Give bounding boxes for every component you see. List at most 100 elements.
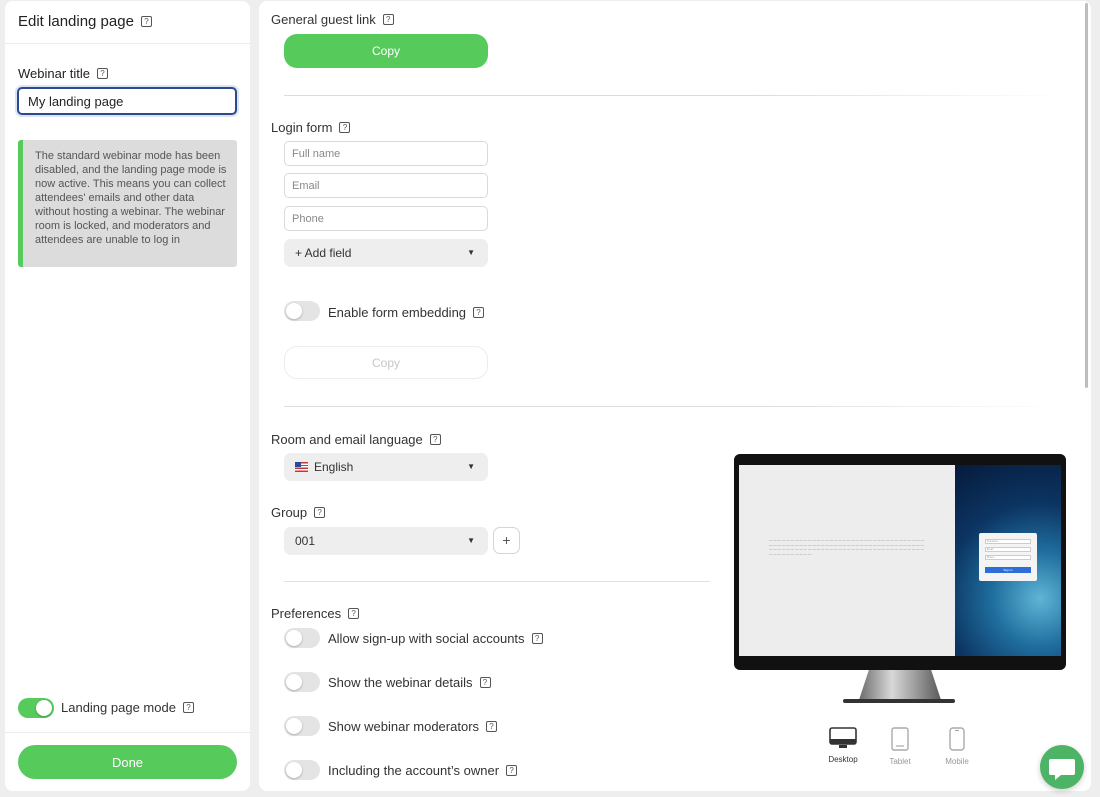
account-owner-label: Including the account’s owner? <box>328 763 518 778</box>
help-icon[interactable]: ? <box>348 608 360 620</box>
desktop-device-button[interactable]: Desktop <box>821 727 865 764</box>
us-flag-icon <box>295 461 308 472</box>
help-icon[interactable]: ? <box>486 721 498 733</box>
chat-icon <box>1049 759 1075 780</box>
chat-button[interactable] <box>1040 745 1084 789</box>
group-select[interactable]: 001 ▼ <box>284 527 488 555</box>
divider <box>284 581 710 582</box>
help-icon[interactable]: ? <box>479 677 491 689</box>
login-form-label-text: Login form <box>271 120 333 135</box>
webinar-moderators-toggle[interactable] <box>284 716 320 736</box>
group-label: Group? <box>271 505 326 520</box>
desktop-label: Desktop <box>828 755 858 764</box>
form-embedding-label: Enable form embedding? <box>328 305 485 320</box>
webinar-title-input[interactable] <box>17 87 237 115</box>
preferences-label-text: Preferences <box>271 606 342 621</box>
settings-panel: General guest link? Copy Login form? + A… <box>259 1 1091 791</box>
preview-field: Full name <box>985 539 1031 544</box>
desktop-icon <box>829 727 857 748</box>
email-field[interactable] <box>284 173 488 198</box>
caret-down-icon: ▼ <box>467 536 475 545</box>
tablet-icon <box>891 727 909 751</box>
divider <box>284 406 1064 407</box>
form-embedding-toggle[interactable] <box>284 301 320 321</box>
mobile-label: Mobile <box>945 757 969 766</box>
scrollbar[interactable] <box>1085 3 1088 388</box>
landing-mode-label-text: Landing page mode <box>61 700 176 715</box>
help-icon[interactable]: ? <box>473 307 485 319</box>
preview-screen: — — — — — — — — — — — — — — — — — — — — … <box>739 465 1061 656</box>
tablet-device-button[interactable]: Tablet <box>878 727 922 766</box>
desktop-preview-monitor: — — — — — — — — — — — — — — — — — — — — … <box>734 454 1066 670</box>
divider <box>5 43 250 44</box>
webinar-moderators-label: Show webinar moderators? <box>328 719 498 734</box>
add-group-button[interactable]: + <box>493 527 520 554</box>
help-icon[interactable]: ? <box>382 14 394 26</box>
social-signup-toggle[interactable] <box>284 628 320 648</box>
landing-mode-label: Landing page mode? <box>61 700 194 715</box>
sidebar-panel: Edit landing page? Webinar title? The st… <box>5 1 250 791</box>
toggle-knob <box>36 700 52 716</box>
add-field-dropdown[interactable]: + Add field ▼ <box>284 239 488 267</box>
toggle-knob <box>286 303 302 319</box>
landing-mode-notice: The standard webinar mode has been disab… <box>18 140 237 267</box>
form-embedding-label-text: Enable form embedding <box>328 305 467 320</box>
help-icon[interactable]: ? <box>182 702 194 714</box>
add-field-label: + Add field <box>295 246 352 260</box>
login-form-label: Login form? <box>271 120 351 135</box>
help-icon[interactable]: ? <box>506 765 518 777</box>
language-select[interactable]: English ▼ <box>284 453 488 481</box>
social-signup-label: Allow sign-up with social accounts? <box>328 631 543 646</box>
preview-field: Phone <box>985 555 1031 560</box>
webinar-details-label-text: Show the webinar details <box>328 675 473 690</box>
divider <box>284 95 1064 96</box>
webinar-title-label-text: Webinar title <box>18 66 91 81</box>
preview-signin-button: Sign in <box>985 567 1031 573</box>
toggle-knob <box>286 674 302 690</box>
caret-down-icon: ▼ <box>467 248 475 257</box>
tablet-label: Tablet <box>889 757 911 766</box>
copy-embed-code-button[interactable]: Copy <box>284 346 488 379</box>
page-title-text: Edit landing page <box>18 13 134 30</box>
mobile-icon <box>949 727 965 751</box>
webinar-details-toggle[interactable] <box>284 672 320 692</box>
language-label-text: Room and email language <box>271 432 423 447</box>
help-icon[interactable]: ? <box>140 15 152 27</box>
webinar-moderators-label-text: Show webinar moderators <box>328 719 480 734</box>
group-label-text: Group <box>271 505 308 520</box>
guest-link-label-text: General guest link <box>271 12 376 27</box>
help-icon[interactable]: ? <box>339 122 351 134</box>
preview-content-area: — — — — — — — — — — — — — — — — — — — — … <box>739 465 955 656</box>
account-owner-toggle[interactable] <box>284 760 320 780</box>
help-icon[interactable]: ? <box>97 68 109 80</box>
landing-mode-toggle[interactable] <box>18 698 54 718</box>
language-value: English <box>314 460 354 474</box>
preview-placeholder-text: — — — — — — — — — — — — — — — — — — — — … <box>769 538 925 556</box>
monitor-stand <box>859 670 941 700</box>
divider <box>5 732 250 733</box>
language-label: Room and email language? <box>271 432 441 447</box>
phone-field[interactable] <box>284 206 488 231</box>
toggle-knob <box>286 762 302 778</box>
help-icon[interactable]: ? <box>314 507 326 519</box>
preferences-label: Preferences? <box>271 606 360 621</box>
guest-link-label: General guest link? <box>271 12 394 27</box>
social-signup-label-text: Allow sign-up with social accounts <box>328 631 525 646</box>
webinar-details-label: Show the webinar details? <box>328 675 491 690</box>
copy-guest-link-button[interactable]: Copy <box>284 34 488 68</box>
page-title: Edit landing page? <box>18 13 152 30</box>
toggle-knob <box>286 630 302 646</box>
caret-down-icon: ▼ <box>467 462 475 471</box>
group-value: 001 <box>295 534 316 548</box>
toggle-knob <box>286 718 302 734</box>
done-button[interactable]: Done <box>18 745 237 779</box>
monitor-base <box>843 699 955 703</box>
help-icon[interactable]: ? <box>531 633 543 645</box>
preview-login-form: Full name Email Phone Sign in <box>979 533 1037 581</box>
account-owner-label-text: Including the account’s owner <box>328 763 500 778</box>
full-name-field[interactable] <box>284 141 488 166</box>
help-icon[interactable]: ? <box>429 434 441 446</box>
preview-field: Email <box>985 547 1031 552</box>
webinar-title-label: Webinar title? <box>18 66 109 81</box>
mobile-device-button[interactable]: Mobile <box>935 727 979 766</box>
